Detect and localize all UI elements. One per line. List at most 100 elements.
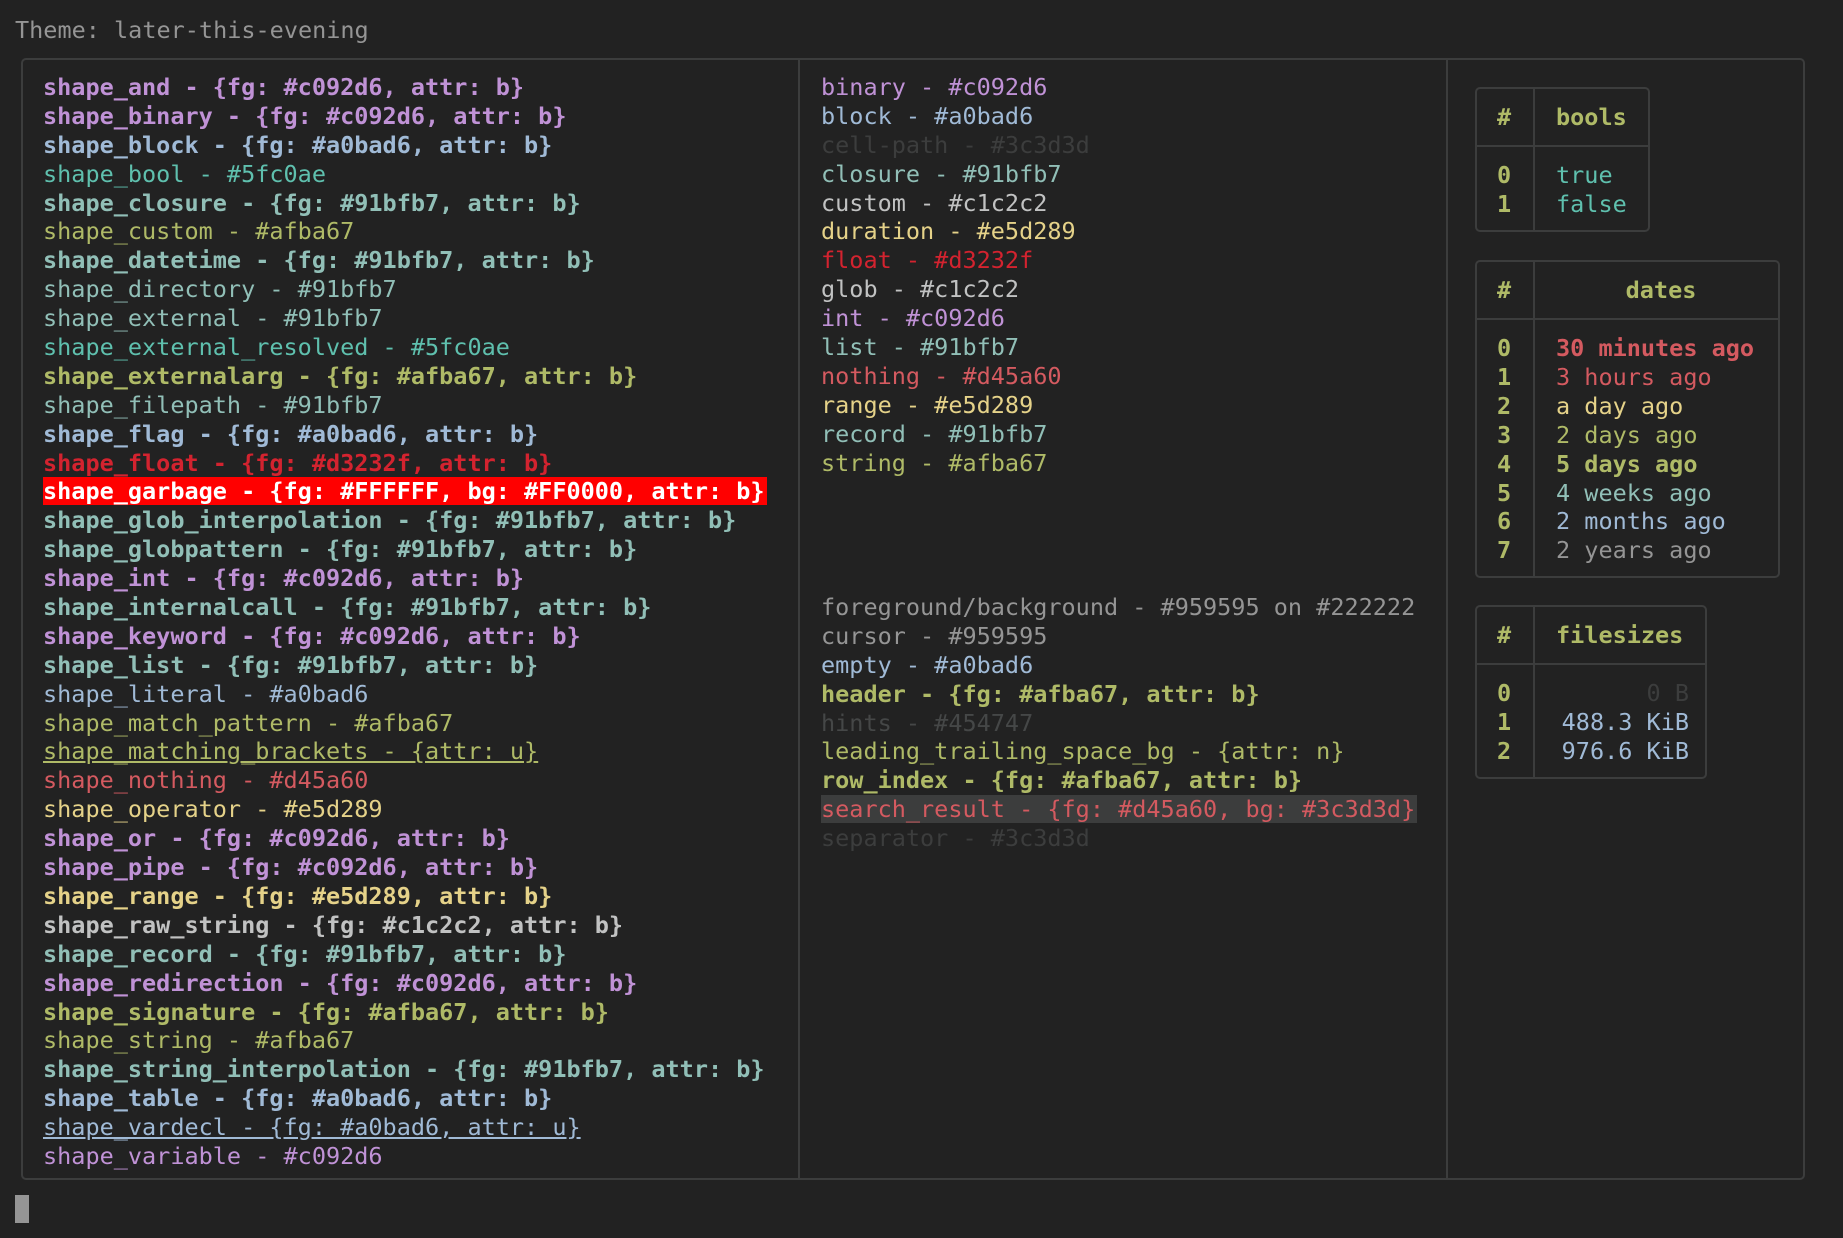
dates-row-value: 4 weeks ago [1556, 478, 1712, 507]
dates-row-value: a day ago [1556, 391, 1684, 420]
column-divider-1 [798, 58, 800, 1180]
type-color-line: closure - #91bfb7 [821, 159, 1062, 188]
type-color-line: record - #91bfb7 [821, 419, 1048, 448]
terminal-cursor [15, 1195, 29, 1223]
type-color-line: block - #a0bad6 [821, 101, 1034, 130]
shape-style-line: shape_literal - #a0bad6 [43, 679, 369, 708]
bools-row-index: 0 [1497, 161, 1512, 189]
type-color-line: duration - #e5d289 [821, 217, 1076, 246]
ui-color-line: empty - #a0bad6 [821, 650, 1034, 679]
filesizes-table: # filesizes 0 0 B 1 488.3 KiB 2 976.6 KiB [1475, 605, 1707, 779]
shape-style-line: shape_garbage - {fg: #FFFFFF, bg: #FF000… [43, 477, 767, 506]
shape-style-line: shape_closure - {fg: #91bfb7, attr: b} [43, 188, 581, 217]
shape-style-line: shape_raw_string - {fg: #c1c2c2, attr: b… [43, 910, 624, 939]
shape-style-line: shape_match_pattern - #afba67 [43, 708, 454, 737]
type-color-line: nothing - #d45a60 [821, 361, 1062, 390]
bools-row-value: false [1556, 189, 1627, 218]
shape-style-line: shape_record - {fg: #91bfb7, attr: b} [43, 939, 567, 968]
shape-style-line: shape_vardecl - {fg: #a0bad6, attr: u} [43, 1113, 581, 1142]
shape-style-line: shape_flag - {fg: #a0bad6, attr: b} [43, 419, 539, 448]
type-color-line: float - #d3232f [821, 246, 1034, 275]
shape-style-line: shape_float - {fg: #d3232f, attr: b} [43, 448, 553, 477]
dates-row-value: 3 hours ago [1556, 362, 1712, 391]
shape-style-line: shape_range - {fg: #e5d289, attr: b} [43, 881, 553, 910]
dates-row-index: 7 [1497, 536, 1512, 565]
dates-row-index: 6 [1497, 507, 1512, 536]
shape-style-line: shape_directory - #91bfb7 [43, 275, 397, 304]
type-color-line: cell-path - #3c3d3d [821, 130, 1090, 159]
filesizes-row-value: 0 B [1646, 679, 1689, 707]
ui-color-line: search_result - {fg: #d45a60, bg: #3c3d3… [821, 795, 1418, 824]
ui-color-line: separator - #3c3d3d [821, 824, 1090, 853]
dates-row-value: 2 years ago [1556, 536, 1712, 565]
shape-styles-column: shape_and - {fg: #c092d6, attr: b} shape_… [43, 73, 767, 1171]
filesizes-row-value: 976.6 KiB [1561, 736, 1689, 765]
ui-colors-column: foreground/background - #959595 on #2222… [821, 593, 1418, 853]
shape-style-line: shape_external_resolved - #5fc0ae [43, 333, 510, 362]
shape-style-line: shape_glob_interpolation - {fg: #91bfb7,… [43, 506, 737, 535]
type-color-line: binary - #c092d6 [821, 73, 1048, 101]
dates-row-value: 30 minutes ago [1556, 334, 1755, 362]
shape-style-line: shape_block - {fg: #a0bad6, attr: b} [43, 130, 553, 159]
filesizes-row-value: 488.3 KiB [1561, 707, 1689, 736]
dates-row-index: 5 [1497, 478, 1512, 507]
shape-style-line: shape_custom - #afba67 [43, 217, 355, 246]
ui-color-line: hints - #454747 [821, 708, 1034, 737]
shape-style-line: shape_nothing - #d45a60 [43, 766, 369, 795]
bools-table: # bools 0 true 1 false [1475, 87, 1650, 232]
shape-style-line: shape_or - {fg: #c092d6, attr: b} [43, 824, 510, 853]
bools-header: bools [1556, 103, 1627, 131]
shape-style-line: shape_datetime - {fg: #91bfb7, attr: b} [43, 246, 595, 275]
shape-style-line: shape_string - #afba67 [43, 1026, 355, 1055]
shape-style-line: shape_redirection - {fg: #c092d6, attr: … [43, 968, 638, 997]
type-color-line: string - #afba67 [821, 448, 1048, 477]
type-color-line: glob - #c1c2c2 [821, 275, 1020, 304]
dates-row-value: 5 days ago [1556, 449, 1698, 478]
filesizes-index-header: # [1497, 621, 1512, 649]
type-colors-column: binary - #c092d6 block - #a0bad6 cell-path… [821, 73, 1090, 477]
bools-row-value: true [1556, 161, 1613, 189]
shape-style-line: shape_and - {fg: #c092d6, attr: b} [43, 73, 525, 101]
shape-style-line: shape_operator - #e5d289 [43, 795, 383, 824]
dates-row-index: 3 [1497, 420, 1512, 449]
type-color-line: range - #e5d289 [821, 390, 1034, 419]
shape-style-line: shape_binary - {fg: #c092d6, attr: b} [43, 101, 567, 130]
ui-color-line: row_index - {fg: #afba67, attr: b} [821, 766, 1303, 795]
shape-style-line: shape_table - {fg: #a0bad6, attr: b} [43, 1084, 553, 1113]
dates-row-index: 4 [1497, 449, 1512, 478]
shape-style-line: shape_internalcall - {fg: #91bfb7, attr:… [43, 593, 652, 622]
ui-color-line: header - {fg: #afba67, attr: b} [821, 679, 1260, 708]
shape-style-line: shape_int - {fg: #c092d6, attr: b} [43, 564, 525, 593]
ui-color-line: cursor - #959595 [821, 621, 1048, 650]
theme-title: Theme: later-this-evening [15, 16, 369, 44]
shape-style-line: shape_externalarg - {fg: #afba67, attr: … [43, 361, 638, 390]
dates-row-index: 1 [1497, 362, 1512, 391]
dates-table: # dates 0 30 minutes ago 1 3 hours ago 2 a da… [1475, 260, 1780, 578]
type-color-line: list - #91bfb7 [821, 333, 1020, 362]
filesizes-row-index: 2 [1497, 736, 1512, 765]
shape-style-line: shape_matching_brackets - {attr: u} [43, 737, 539, 766]
shape-style-line: shape_external - #91bfb7 [43, 304, 383, 333]
bools-row-index: 1 [1497, 189, 1512, 218]
shape-style-line: shape_string_interpolation - {fg: #91bfb… [43, 1055, 765, 1084]
filesizes-header: filesizes [1556, 621, 1684, 649]
dates-header: dates [1625, 276, 1697, 304]
filesizes-row-index: 0 [1497, 679, 1512, 707]
type-color-line: int - #c092d6 [821, 304, 1005, 333]
dates-row-index: 0 [1497, 334, 1512, 362]
bools-index-header: # [1497, 103, 1512, 131]
shape-style-line: shape_list - {fg: #91bfb7, attr: b} [43, 650, 539, 679]
shape-style-line: shape_globpattern - {fg: #91bfb7, attr: … [43, 535, 638, 564]
shape-style-line: shape_signature - {fg: #afba67, attr: b} [43, 997, 609, 1026]
dates-row-value: 2 days ago [1556, 420, 1698, 449]
shape-style-line: shape_keyword - {fg: #c092d6, attr: b} [43, 621, 581, 650]
dates-index-header: # [1497, 276, 1512, 304]
shape-style-line: shape_variable - #c092d6 [43, 1141, 383, 1170]
type-color-line: custom - #c1c2c2 [821, 188, 1048, 217]
shape-style-line: shape_filepath - #91bfb7 [43, 390, 383, 419]
ui-color-line: foreground/background - #959595 on #2222… [821, 593, 1416, 621]
shape-style-line: shape_bool - #5fc0ae [43, 159, 326, 188]
ui-color-line: leading_trailing_space_bg - {attr: n} [821, 737, 1345, 766]
column-divider-2 [1446, 58, 1448, 1180]
dates-row-index: 2 [1497, 391, 1512, 420]
